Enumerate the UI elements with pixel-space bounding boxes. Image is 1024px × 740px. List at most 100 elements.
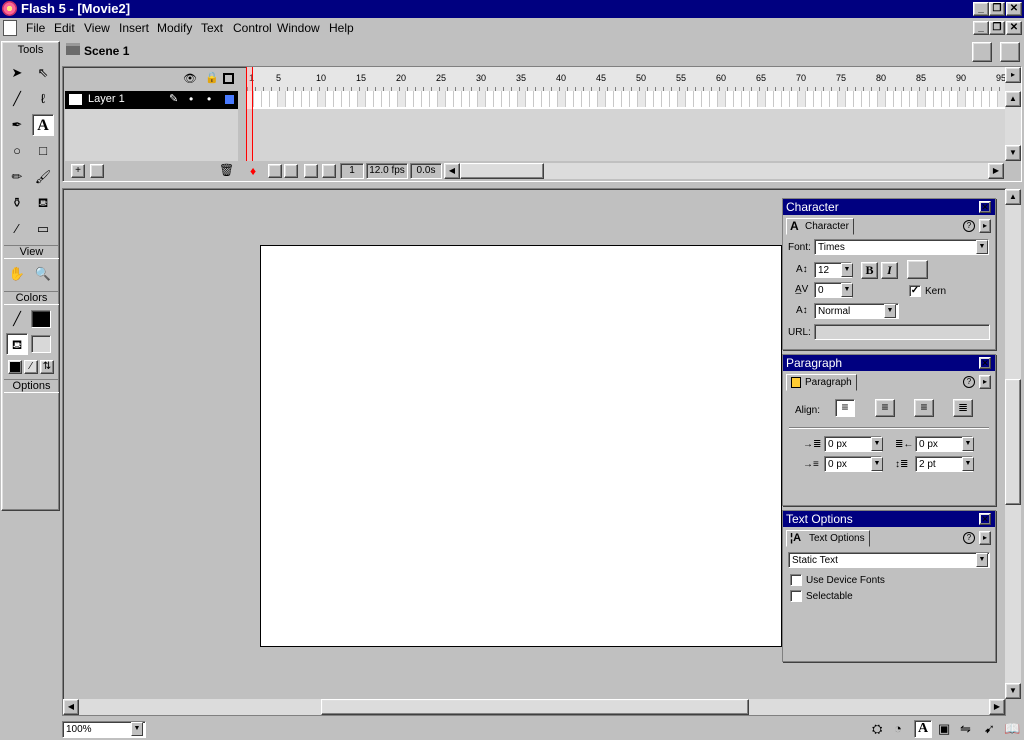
default-colors-icon[interactable] [8, 360, 22, 374]
stage-scroll-up-button[interactable]: ▲ [1005, 189, 1021, 205]
menu-control[interactable]: Control [233, 21, 272, 35]
font-size-dropdown-arrow[interactable]: ▼ [841, 263, 853, 277]
frame-cell[interactable] [790, 91, 798, 107]
hand-tool-icon[interactable]: ✋ [6, 263, 28, 285]
menu-text[interactable]: Text [201, 21, 223, 35]
frame-cell[interactable] [918, 91, 926, 107]
frame-cell[interactable] [718, 91, 726, 107]
restore-button[interactable]: ❐ [989, 2, 1005, 16]
onion-outline-icon[interactable] [284, 164, 298, 178]
frame-cell[interactable] [326, 91, 334, 107]
baseline-dropdown-arrow[interactable]: ▼ [884, 304, 896, 318]
actions-panel-icon[interactable]: ➹ [984, 721, 995, 737]
frame-cell[interactable] [774, 91, 782, 107]
frame-cell[interactable] [622, 91, 630, 107]
minimize-button[interactable]: _ [973, 2, 989, 16]
instance-panel-icon[interactable]: ▣ [938, 721, 950, 737]
frame-cell[interactable] [654, 91, 662, 107]
help-icon[interactable]: ? [963, 220, 975, 232]
frame-cell[interactable] [902, 91, 910, 107]
flash-app-icon[interactable] [2, 1, 17, 16]
character-panel-title[interactable]: Character [783, 199, 995, 215]
stage-scroll-right-button[interactable]: ▶ [989, 699, 1005, 715]
stage-vscroll-thumb[interactable] [1005, 379, 1021, 505]
library-icon[interactable]: 📖 [1004, 721, 1020, 737]
frame-cell[interactable] [926, 91, 934, 107]
frame-cell[interactable] [606, 91, 614, 107]
paragraph-menu-arrow-icon[interactable]: ▸ [979, 375, 991, 389]
frame-cell[interactable] [638, 91, 646, 107]
frame-cell[interactable] [798, 91, 806, 107]
frame-cell[interactable] [254, 91, 262, 107]
info-panel-icon[interactable]: ⛭ [872, 721, 882, 737]
layer-color-box[interactable] [225, 95, 234, 104]
paragraph-help-icon[interactable]: ? [963, 376, 975, 388]
menu-edit[interactable]: Edit [54, 21, 75, 35]
align-left-icon[interactable]: ≡ [835, 399, 855, 417]
pencil-tool-icon[interactable]: ✏ [6, 166, 28, 188]
line-spacing-dropdown-arrow[interactable]: ▼ [962, 457, 974, 471]
bold-button[interactable]: B [861, 262, 878, 279]
frame-cell[interactable] [662, 91, 670, 107]
frame-cell[interactable] [382, 91, 390, 107]
frame-cell[interactable] [310, 91, 318, 107]
device-fonts-checkbox[interactable] [790, 574, 802, 586]
scroll-thumb[interactable] [460, 163, 544, 179]
outline-icon[interactable] [223, 73, 234, 84]
frame-cell[interactable] [822, 91, 830, 107]
selectable-checkbox[interactable] [790, 590, 802, 602]
lock-icon[interactable]: 🔒 [205, 71, 219, 84]
frame-cell[interactable] [910, 91, 918, 107]
swap-colors-icon[interactable]: ⇅ [40, 360, 54, 374]
frame-cell[interactable] [846, 91, 854, 107]
edit-symbols-icon[interactable] [1000, 42, 1020, 62]
stroke-color-swatch[interactable] [31, 310, 51, 328]
frame-cell[interactable] [942, 91, 950, 107]
align-right-icon[interactable]: ≡ [914, 399, 934, 417]
frame-cell[interactable] [510, 91, 518, 107]
frame-cell[interactable] [406, 91, 414, 107]
oval-tool-icon[interactable]: ○ [6, 140, 28, 162]
frame-cell[interactable] [374, 91, 382, 107]
frame-cell[interactable] [470, 91, 478, 107]
text-options-tab[interactable]: ¦A Text Options [786, 530, 870, 547]
frame-cell[interactable] [830, 91, 838, 107]
modify-onion-markers-icon[interactable] [322, 164, 336, 178]
stroke-color-icon[interactable]: ╱ [6, 308, 28, 330]
frame-cell[interactable] [270, 91, 278, 107]
frame-cell[interactable] [982, 91, 990, 107]
menu-view[interactable]: View [84, 21, 110, 35]
frame-cell[interactable] [478, 91, 486, 107]
frame-cell[interactable] [734, 91, 742, 107]
eye-icon[interactable]: 👁 [183, 72, 197, 85]
lasso-tool-icon[interactable]: ℓ [32, 88, 54, 110]
doc-restore-button[interactable]: ❐ [989, 21, 1005, 35]
lock-dot[interactable]: • [207, 92, 211, 106]
rectangle-tool-icon[interactable]: □ [32, 140, 54, 162]
indent-dropdown-arrow[interactable]: ▼ [871, 457, 883, 471]
no-color-icon[interactable]: ⁄ [24, 360, 38, 374]
frame-cell[interactable] [414, 91, 422, 107]
frames-row[interactable] [246, 91, 1006, 109]
url-field[interactable] [814, 324, 990, 340]
frame-cell[interactable] [862, 91, 870, 107]
frame-cell[interactable] [806, 91, 814, 107]
paint-bucket-tool-icon[interactable]: ⛾ [32, 192, 54, 214]
frame-cell[interactable] [646, 91, 654, 107]
frame-cell[interactable] [430, 91, 438, 107]
edit-multiple-frames-icon[interactable] [304, 164, 318, 178]
onion-skin-icon[interactable] [268, 164, 282, 178]
frame-cell[interactable] [278, 91, 286, 107]
font-dropdown-arrow[interactable]: ▼ [976, 240, 988, 254]
frame-cell[interactable] [486, 91, 494, 107]
frame-cell[interactable] [854, 91, 862, 107]
frame-cell[interactable] [614, 91, 622, 107]
fill-color-icon[interactable]: ⛾ [6, 333, 28, 355]
layer-row[interactable]: Layer 1 ✎ • • [65, 91, 238, 109]
visibility-dot[interactable]: • [189, 92, 193, 106]
dropper-tool-icon[interactable]: ⁄ [6, 218, 28, 240]
align-center-icon[interactable]: ≡ [875, 399, 895, 417]
frame-cell[interactable] [934, 91, 942, 107]
eraser-tool-icon[interactable]: ▭ [32, 218, 54, 240]
scroll-right-button[interactable]: ▶ [988, 163, 1004, 179]
